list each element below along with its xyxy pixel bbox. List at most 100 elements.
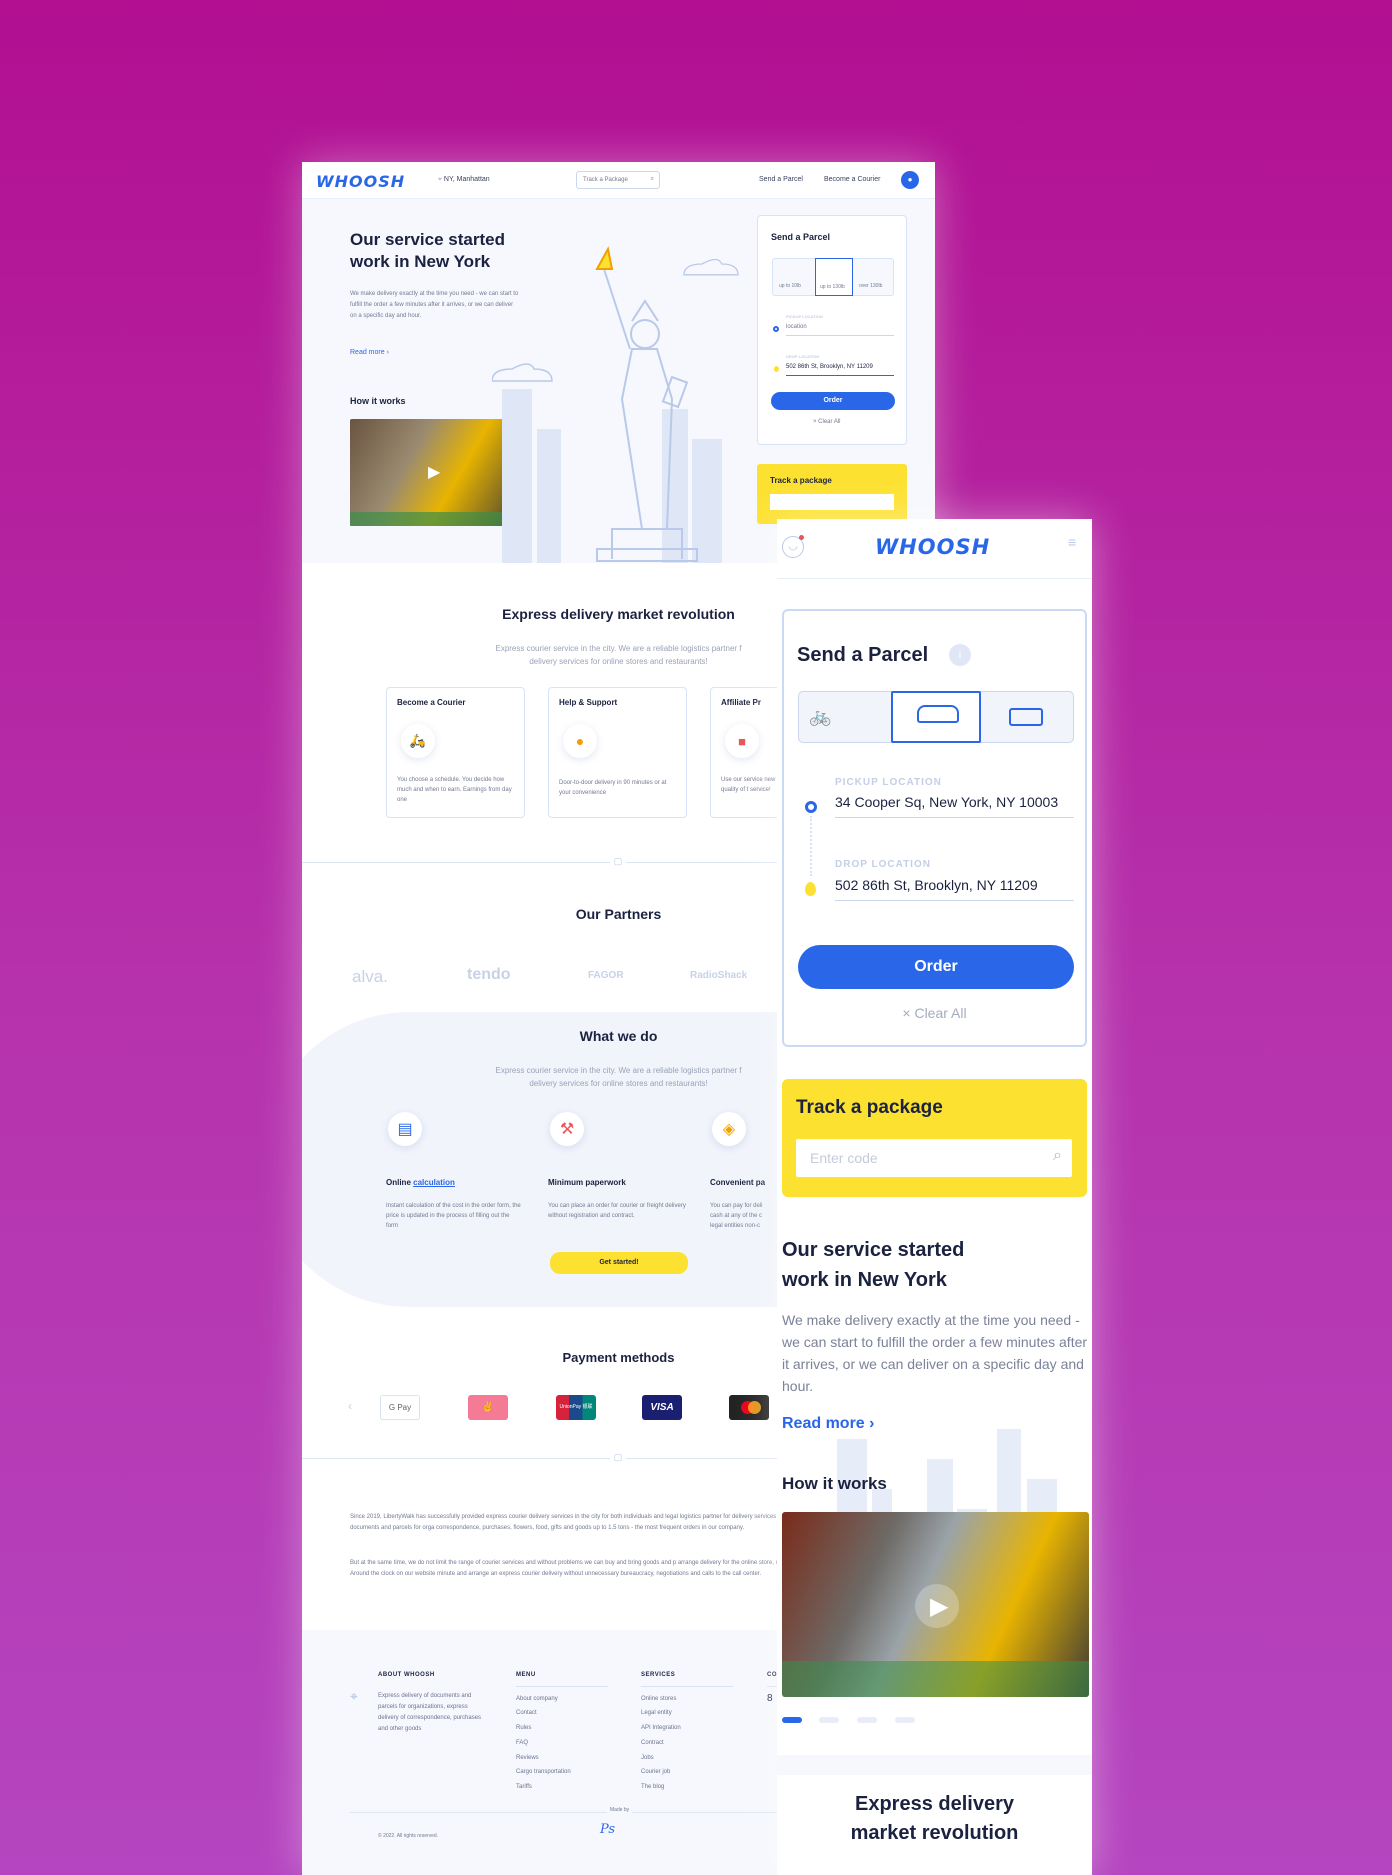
mobile-video-street	[782, 1661, 1089, 1697]
footer-link-jobs[interactable]: Jobs	[641, 1751, 733, 1766]
mobile-order-button[interactable]: Order	[798, 945, 1074, 989]
carousel-dot-active[interactable]	[782, 1717, 802, 1723]
mobile-send-parcel-title: Send a Parcel	[797, 644, 929, 666]
read-more-link[interactable]: Read more ›	[350, 349, 389, 356]
play-icon[interactable]: ▶	[428, 462, 440, 482]
stamp-icon: ⚒	[550, 1112, 584, 1146]
footer-link-contact[interactable]: Contact	[516, 1706, 608, 1721]
feature-card-courier[interactable]: Become a Courier 🛵 You choose a schedule…	[386, 687, 525, 818]
mobile-express-section: Express delivery market revolution	[777, 1774, 1092, 1875]
gpay-logo: G Pay	[380, 1395, 420, 1420]
mobile-hero-text: We make delivery exactly at the time you…	[782, 1312, 1088, 1394]
footer-link-legal-entity[interactable]: Legal entity	[641, 1706, 733, 1721]
vehicle-car-label: up to 130lb	[820, 284, 845, 290]
pickup-dot-icon	[805, 801, 817, 813]
mobile-track-package-card: Track a package Enter code ⌕	[782, 1079, 1087, 1197]
drop-input[interactable]: 502 86th St, Brooklyn, NY 11209	[786, 364, 894, 376]
lock-icon[interactable]: ●	[901, 171, 919, 189]
footer-link-online-stores[interactable]: Online stores	[641, 1692, 733, 1707]
mobile-read-more-link[interactable]: Read more ›	[782, 1415, 874, 1433]
track-code-input[interactable]	[770, 494, 894, 510]
mobile-pickup-input[interactable]: 34 Cooper Sq, New York, NY 10003	[835, 794, 1074, 818]
unionpay-logo: UnionPay 银联	[556, 1395, 596, 1420]
mobile-track-input[interactable]: Enter code ⌕	[796, 1139, 1072, 1177]
vehicle-bike-option[interactable]: up to 10lb	[779, 283, 801, 289]
box-icon: ▢	[610, 856, 626, 868]
copyright: © 2022. All rights reserved.	[378, 1833, 439, 1839]
track-package-card: Track a package	[757, 464, 907, 524]
footer-link-rules[interactable]: Rules	[516, 1721, 608, 1736]
vpay-logo: ✌	[468, 1395, 508, 1420]
menu-icon[interactable]: ≡	[1068, 535, 1084, 549]
bike-icon[interactable]: 🚲	[809, 706, 831, 727]
mobile-logo[interactable]: WHOOSH	[875, 535, 990, 559]
vehicle-car-option[interactable]: up to 130lb	[815, 258, 853, 296]
what-item-payment-text: You can pay for deli cash at any of the …	[710, 1203, 763, 1229]
mobile-track-placeholder: Enter code	[810, 1150, 878, 1166]
headset-icon: ●	[563, 724, 597, 758]
calculator-icon: ▤	[388, 1112, 422, 1146]
pickup-dot-icon	[773, 326, 779, 332]
mobile-vehicle-selector[interactable]: 🚲	[798, 691, 1074, 743]
mobile-drop-label: DROP LOCATION	[835, 859, 931, 870]
feature-card-support-title: Help & Support	[559, 698, 618, 707]
briefcase-icon: ■	[725, 724, 759, 758]
hero-section: Our service started work in New York We …	[302, 199, 935, 563]
get-started-button[interactable]: Get started!	[550, 1252, 688, 1274]
pin-icon: ⌖	[438, 176, 442, 183]
footer-link-tariffs[interactable]: Tariffs	[516, 1780, 608, 1795]
nav-become-courier[interactable]: Become a Courier	[824, 176, 880, 183]
mobile-express-line2: market revolution	[850, 1822, 1019, 1844]
footer-link-blog[interactable]: The blog	[641, 1780, 733, 1795]
footer-services-col: SERVICES Online stores Legal entity API …	[641, 1668, 733, 1795]
info-icon[interactable]: i	[949, 644, 971, 666]
carousel-dot-2[interactable]	[819, 1717, 839, 1723]
track-input[interactable]: Track a Package ⌕	[576, 171, 660, 189]
footer-about-text: Express delivery of documents and parcel…	[378, 1692, 482, 1732]
car-option[interactable]	[891, 691, 981, 743]
mobile-express-line1: Express delivery	[855, 1793, 1014, 1815]
mobile-send-parcel-card: Send a Parcel i 🚲 PICKUP LOCATION 34 Coo…	[782, 609, 1087, 1047]
partner-radioshack-logo: RadioShack	[690, 970, 748, 981]
notification-dot	[799, 535, 804, 540]
carousel-dot-4[interactable]	[895, 1717, 915, 1723]
hero-title-line1: Our service started	[350, 230, 505, 249]
pickup-input[interactable]: location	[786, 324, 894, 336]
footer-link-about[interactable]: About company	[516, 1692, 608, 1707]
vehicle-selector[interactable]: up to 10lb up to 130lb over 130lb	[772, 258, 894, 296]
feature-card-courier-text: You choose a schedule. You decide how mu…	[397, 777, 512, 803]
mobile-drop-input[interactable]: 502 86th St, Brooklyn, NY 11209	[835, 877, 1074, 901]
feature-card-support[interactable]: Help & Support ● Door-to-door delivery i…	[548, 687, 687, 818]
footer-link-contract[interactable]: Contract	[641, 1736, 733, 1751]
visa-logo: VISA	[642, 1395, 682, 1420]
mobile-how-video[interactable]: ▶	[782, 1512, 1089, 1697]
order-button[interactable]: Order	[771, 392, 895, 410]
clear-all-button[interactable]: × Clear All	[813, 419, 841, 425]
location-selector[interactable]: ⌖ NY, Manhattan	[438, 176, 490, 184]
what-item-online-title: Online calculation	[386, 1178, 455, 1187]
footer-link-courier-job[interactable]: Courier job	[641, 1765, 733, 1780]
feature-card-affiliate-text: Use our service new quality of t service…	[721, 777, 776, 793]
calculation-link[interactable]: calculation	[413, 1178, 455, 1187]
footer-link-faq[interactable]: FAQ	[516, 1736, 608, 1751]
desktop-header: WHOOSH ⌖ NY, Manhattan Track a Package ⌕…	[302, 162, 935, 199]
send-parcel-title: Send a Parcel	[771, 232, 831, 242]
chevron-left-icon[interactable]: ‹	[348, 1399, 352, 1413]
truck-icon[interactable]	[1009, 708, 1043, 726]
nav-send-parcel[interactable]: Send a Parcel	[759, 176, 803, 183]
footer-link-reviews[interactable]: Reviews	[516, 1751, 608, 1766]
footer-link-cargo[interactable]: Cargo transportation	[516, 1765, 608, 1780]
what-item-paperwork-title: Minimum paperwork	[548, 1178, 626, 1187]
search-icon[interactable]: ⌕	[1053, 1147, 1062, 1165]
mobile-pickup-label: PICKUP LOCATION	[835, 777, 942, 788]
search-icon: ⌕	[650, 176, 654, 182]
mobile-section-gap	[777, 1755, 1092, 1775]
footer-link-api[interactable]: API Integration	[641, 1721, 733, 1736]
logo[interactable]: WHOOSH	[316, 172, 405, 191]
studio-signature-logo: Ps	[600, 1822, 616, 1837]
carousel-dot-3[interactable]	[857, 1717, 877, 1723]
vehicle-truck-option[interactable]: over 130lb	[859, 283, 882, 289]
what-item-payment-title: Convenient pa	[710, 1178, 766, 1187]
drop-pin-icon	[774, 366, 779, 372]
mobile-clear-all-button[interactable]: × Clear All	[784, 1005, 1085, 1021]
